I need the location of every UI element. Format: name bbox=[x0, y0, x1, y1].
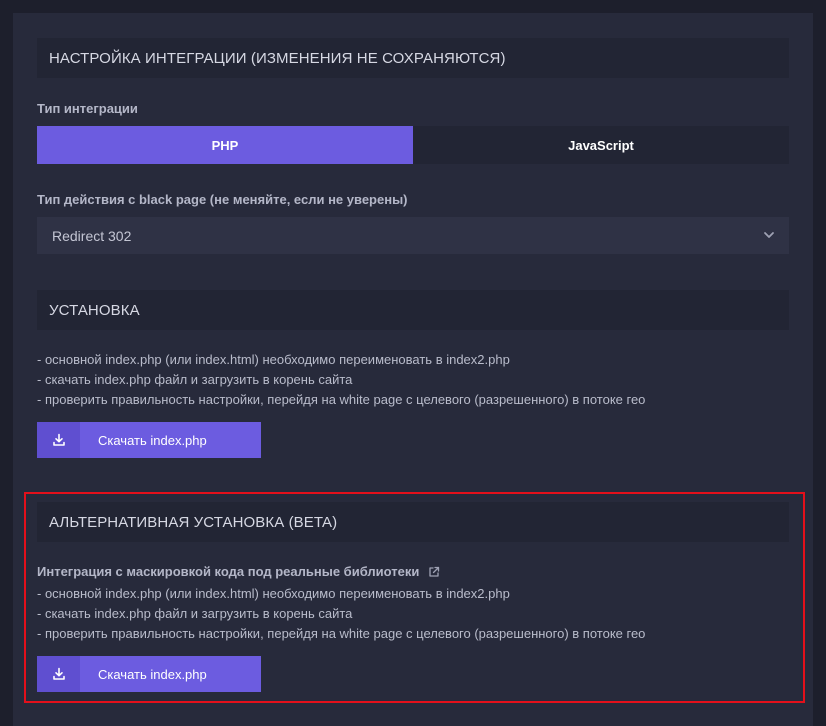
alt-install-header: АЛЬТЕРНАТИВНАЯ УСТАНОВКА (BETA) bbox=[37, 502, 789, 542]
external-link-icon[interactable] bbox=[427, 565, 441, 579]
integration-type-label: Тип интеграции bbox=[37, 101, 138, 116]
download-icon bbox=[37, 422, 80, 458]
install-steps: - основной index.php (или index.html) не… bbox=[37, 350, 645, 410]
chevron-down-icon bbox=[764, 232, 774, 238]
alt-install-subtitle-row: Интеграция с маскировкой кода под реальн… bbox=[37, 564, 441, 579]
alt-download-index-label: Скачать index.php bbox=[98, 666, 207, 682]
integration-type-toggle: PHP JavaScript bbox=[37, 126, 789, 164]
integration-type-php-option[interactable]: PHP bbox=[37, 126, 413, 164]
black-page-action-value: Redirect 302 bbox=[52, 227, 132, 244]
alt-install-steps: - основной index.php (или index.html) не… bbox=[37, 584, 645, 644]
install-step: - основной index.php (или index.html) не… bbox=[37, 352, 510, 367]
download-index-label: Скачать index.php bbox=[98, 432, 207, 448]
install-header: УСТАНОВКА bbox=[37, 290, 789, 330]
alt-install-step: - проверить правильность настройки, пере… bbox=[37, 626, 646, 641]
alt-install-step: - основной index.php (или index.html) не… bbox=[37, 586, 510, 601]
download-index-button[interactable]: Скачать index.php bbox=[37, 422, 261, 458]
black-page-action-select[interactable]: Redirect 302 bbox=[37, 217, 789, 254]
install-title: УСТАНОВКА bbox=[49, 301, 140, 319]
install-step: - скачать index.php файл и загрузить в к… bbox=[37, 372, 353, 387]
alt-download-index-button[interactable]: Скачать index.php bbox=[37, 656, 261, 692]
install-step: - проверить правильность настройки, пере… bbox=[37, 392, 646, 407]
black-page-action-label: Тип действия с black page (не меняйте, е… bbox=[37, 192, 408, 207]
alt-install-subtitle: Интеграция с маскировкой кода под реальн… bbox=[37, 564, 420, 579]
alt-install-title: АЛЬТЕРНАТИВНАЯ УСТАНОВКА (BETA) bbox=[49, 513, 338, 531]
integration-settings-title: НАСТРОЙКА ИНТЕГРАЦИИ (ИЗМЕНЕНИЯ НЕ СОХРА… bbox=[49, 49, 506, 67]
integration-settings-header: НАСТРОЙКА ИНТЕГРАЦИИ (ИЗМЕНЕНИЯ НЕ СОХРА… bbox=[37, 38, 789, 78]
download-icon bbox=[37, 656, 80, 692]
alt-install-step: - скачать index.php файл и загрузить в к… bbox=[37, 606, 353, 621]
integration-type-javascript-option[interactable]: JavaScript bbox=[413, 126, 789, 164]
